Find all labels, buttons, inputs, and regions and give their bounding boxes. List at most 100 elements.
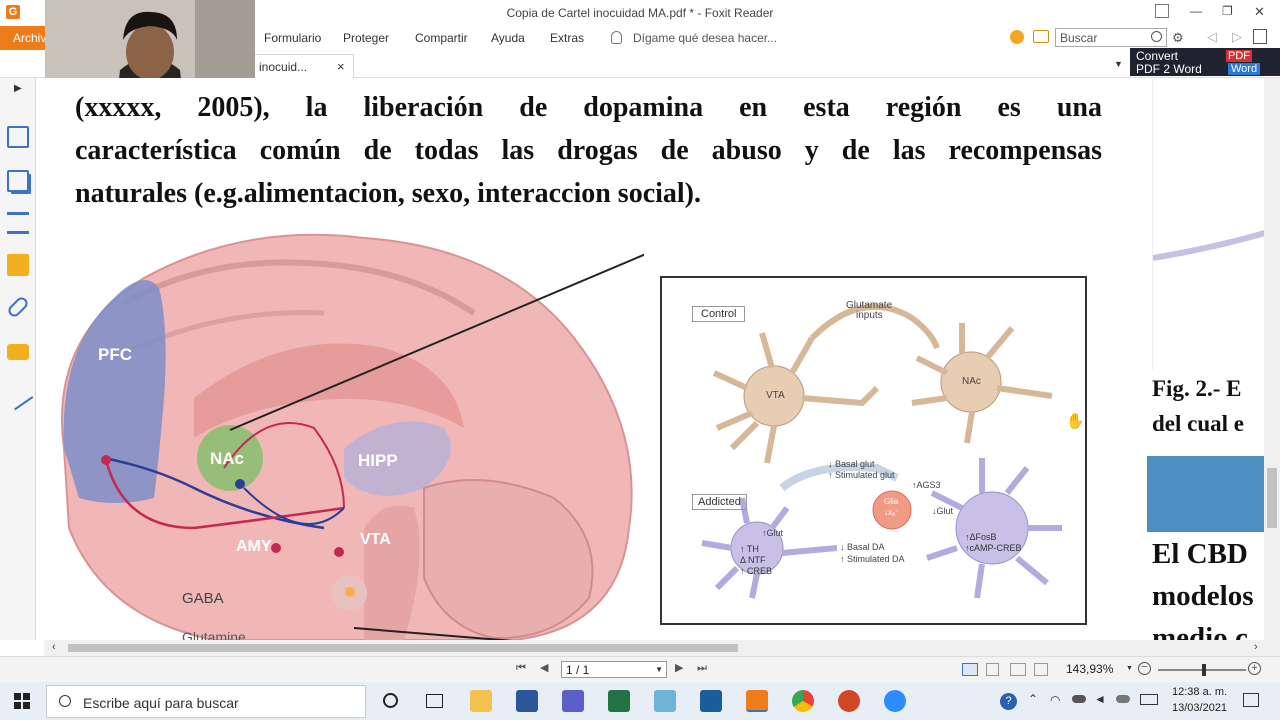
zoom-app-icon[interactable] [884,690,906,712]
zoom-dropdown-icon[interactable]: ▼ [1126,665,1133,672]
notifications-icon[interactable] [1243,693,1259,707]
pages-icon[interactable] [7,170,29,192]
attachment-icon[interactable] [5,294,31,320]
keyboard-icon[interactable] [1140,694,1158,705]
cortana-icon[interactable] [383,693,398,708]
clock-time[interactable]: 12:38 a. m. [1172,686,1227,698]
inset-th: ↑ TH [740,544,759,554]
menu-extras[interactable]: Extras [550,31,584,45]
layers-icon[interactable] [7,212,29,234]
inset-camp: ↑cAMP-CREB [965,543,1022,553]
page-dropdown-icon[interactable]: ▼ [655,665,663,674]
label-pfc: PFC [98,345,132,364]
lock-icon[interactable] [7,344,29,360]
tab-close-icon[interactable]: × [337,59,345,74]
search-box[interactable]: Buscar [1055,28,1167,47]
notes-app-icon[interactable] [654,690,676,712]
folder-search-icon[interactable] [1033,30,1049,43]
chrome-icon[interactable] [792,690,814,712]
document-page[interactable]: (xxxxx, 2005), la liberación de dopamina… [44,78,1134,640]
brain-figure [60,233,644,640]
app-icon: G [6,5,20,19]
menu-formulario[interactable]: Formulario [264,31,321,45]
zoom-slider-thumb[interactable] [1202,664,1206,676]
view-facing-icon[interactable] [1010,663,1026,676]
view-single-page-icon[interactable] [962,663,978,676]
back-icon[interactable]: ◁ [1207,29,1217,45]
inset-glia-2: ↓xₐ⁻ [884,508,900,517]
teams-icon[interactable] [562,690,584,712]
forward-icon[interactable]: ▷ [1232,29,1242,45]
volume-icon[interactable]: ◄ [1094,692,1106,706]
minimize-button[interactable]: — [1190,4,1206,20]
zoom-level[interactable]: 143,93% [1066,662,1113,676]
task-view-icon[interactable] [426,694,443,708]
menu-compartir[interactable]: Compartir [415,31,468,45]
taskbar-search-icon [59,695,71,707]
legend-gaba: GABA [182,590,224,607]
label-hipp: HIPP [358,451,398,470]
close-button[interactable]: ✕ [1254,4,1270,20]
left-sidebar: ▶ [0,78,36,640]
next-page-icon[interactable]: ▶ [675,661,683,674]
scroll-left-icon[interactable]: ‹ [52,641,56,653]
first-page-icon[interactable]: ⏮ [516,662,526,675]
neuron-inset: Control Glutamate inputs VTA NAc Addicte… [660,276,1087,625]
search-placeholder: Buscar [1060,31,1098,45]
vertical-scrollbar[interactable] [1264,78,1280,640]
last-page-icon[interactable]: ⏭ [697,662,707,675]
scroll-right-icon[interactable]: › [1254,641,1258,653]
zoom-out-icon[interactable]: − [1138,662,1151,675]
word-icon[interactable] [516,690,538,712]
window-layout-icon[interactable] [1155,4,1169,18]
user-icon[interactable] [1253,29,1267,44]
lightbulb-icon [611,31,622,44]
convert-label: Convert [1136,49,1179,63]
archive-tab[interactable]: Archivo [0,26,53,50]
menu-ayuda[interactable]: Ayuda [491,31,525,45]
network-icon[interactable]: ◠ [1050,693,1060,707]
horizontal-scrollbar[interactable]: ‹ › [44,640,1280,656]
tell-me-input[interactable]: Dígame qué desea hacer... [633,31,777,45]
comments-icon[interactable] [7,254,29,276]
prev-page-icon[interactable]: ◀ [540,661,548,674]
taskbar-search-box[interactable]: Escribe aquí para buscar [46,685,366,718]
inset-ags3: ↑AGS3 [912,480,941,490]
settings-icon[interactable]: ⚙ [1172,30,1184,46]
horizontal-scroll-thumb[interactable] [68,644,738,652]
signature-icon[interactable] [2,379,34,411]
expand-panel-icon[interactable]: ▶ [14,83,22,94]
inset-stim-da: ↑ Stimulated DA [840,554,905,564]
zoom-in-icon[interactable]: + [1248,662,1261,675]
onedrive-icon[interactable] [1072,695,1086,703]
clock-date[interactable]: 13/03/2021 [1172,702,1227,714]
inset-ntf: Δ NTF [740,555,766,565]
zoom-slider[interactable] [1158,664,1246,676]
photos-app-icon[interactable] [700,690,722,712]
inset-vta: VTA [766,390,785,401]
excel-icon[interactable] [608,690,630,712]
legend-glutamine: Glutamine [182,629,246,640]
inset-basal-da: ↓ Basal DA [840,542,885,552]
view-scroll-facing-icon[interactable] [1034,663,1048,676]
menu-proteger[interactable]: Proteger [343,31,389,45]
restore-button[interactable]: ❐ [1222,4,1238,20]
preview-curve [1152,230,1264,261]
powerpoint-icon[interactable] [838,690,860,712]
page-number-field[interactable]: 1 / 1 ▼ [561,661,667,678]
view-continuous-icon[interactable] [986,663,999,676]
comment-icon[interactable] [1010,30,1024,44]
vertical-scroll-thumb[interactable] [1267,468,1277,528]
foxit-taskbar-icon[interactable] [746,690,768,712]
tray-chevron-icon[interactable]: ⌃ [1028,692,1038,706]
ribbon-collapse-icon[interactable]: ▼ [1114,59,1123,69]
windows-start-icon[interactable] [14,693,30,709]
inset-addicted-label: Addicted [692,494,747,510]
page-number-value: 1 / 1 [566,663,590,677]
page-thumbnail-icon[interactable] [7,126,29,148]
file-explorer-icon[interactable] [470,690,492,712]
help-icon[interactable]: ? [1000,693,1017,710]
cloud-icon[interactable] [1116,695,1130,703]
convert-pdf-word-button[interactable]: Convert PDF 2 Word PDF Word [1130,48,1280,76]
inset-creb: ↑ CREB [740,566,773,576]
